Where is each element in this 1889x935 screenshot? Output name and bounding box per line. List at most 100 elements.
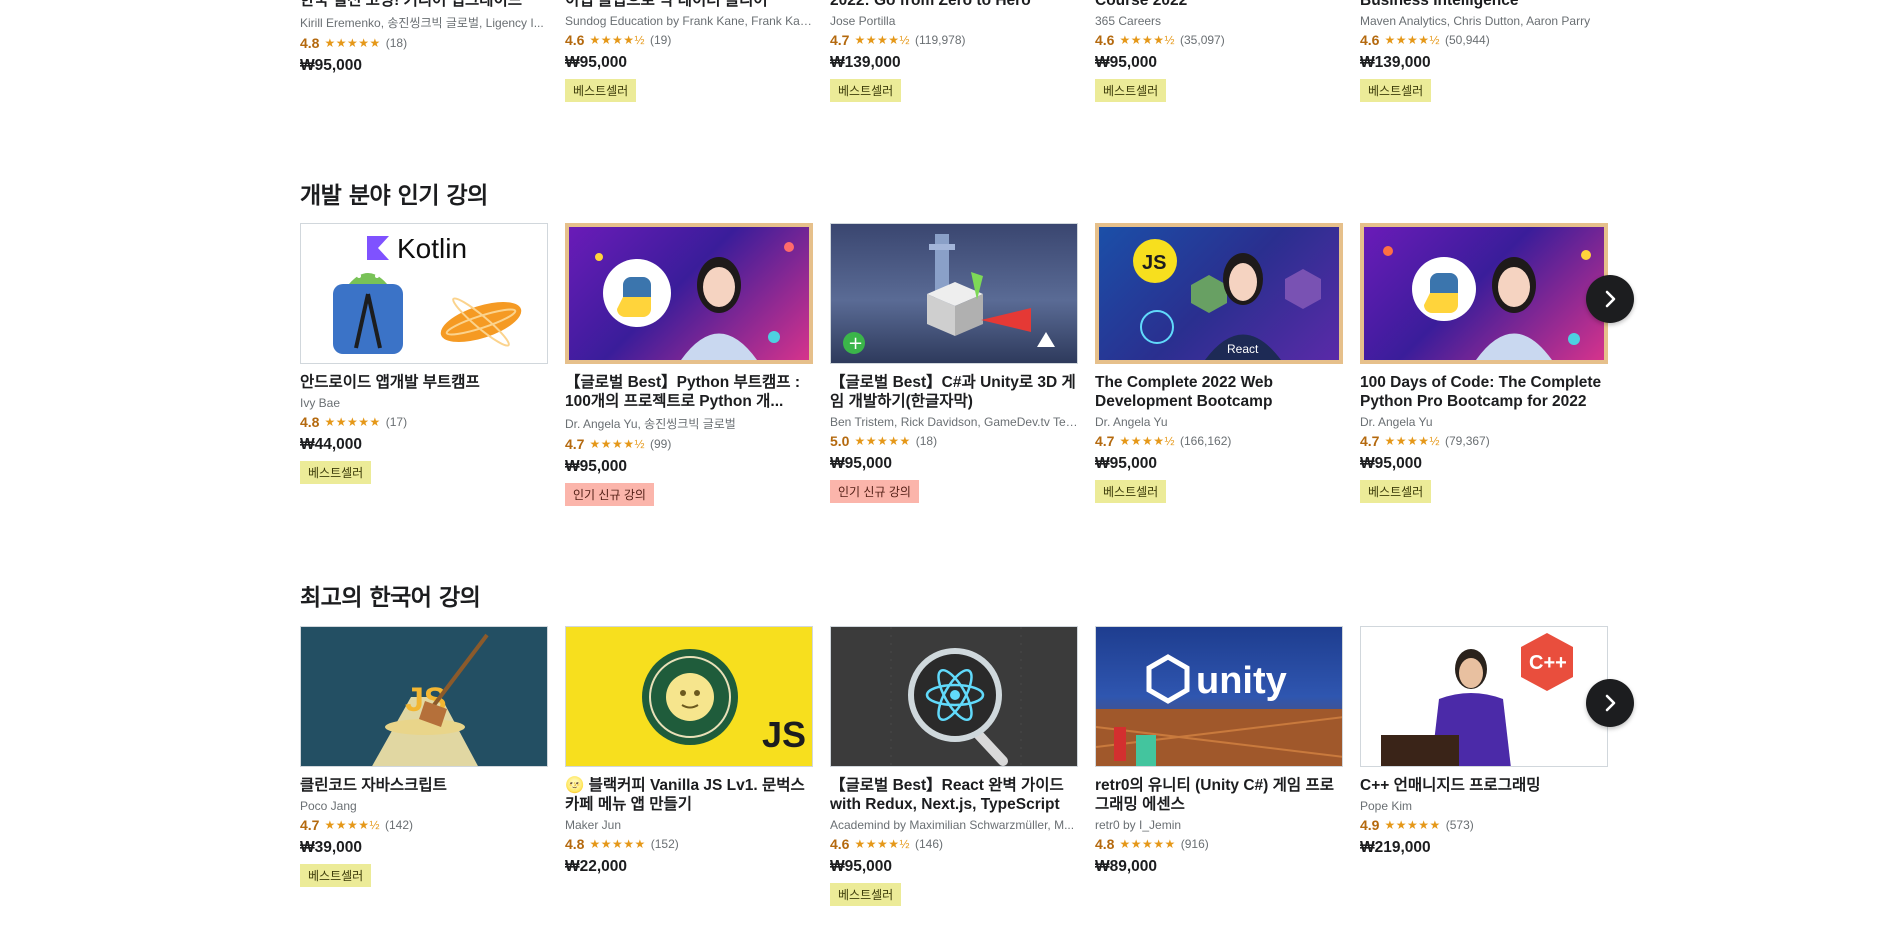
course-card[interactable]: 【글로벌 Best】React 완벽 가이드 with Redux, Next.… [830, 626, 1078, 906]
course-thumbnail: JS [565, 626, 813, 767]
course-rating: 4.7 ★★★★½ (166,162) [1095, 433, 1343, 449]
course-title: 클린코드 자바스크립트 [300, 777, 447, 794]
course-rating: 4.7 ★★★★½ (119,978) [830, 32, 1078, 48]
course-price: ₩95,000 [1360, 455, 1423, 472]
new-course-badge: 인기 신규 강의 [830, 480, 919, 503]
rating-value: 4.9 [1360, 817, 1380, 833]
bestseller-badge: 베스트셀러 [1360, 480, 1432, 503]
rating-value: 4.6 [830, 836, 850, 852]
course-rating: 5.0 ★★★★★ (18) [830, 433, 1078, 449]
course-rating: 4.7 ★★★★½ (142) [300, 817, 548, 833]
star-icon: ★★★★½ [589, 437, 646, 451]
svg-text:React: React [1227, 342, 1259, 356]
course-card[interactable]: JS 🌝 블랙커피 Vanilla JS Lv1. 문벅스 카페 메뉴 앱 만들… [565, 626, 813, 876]
course-price: ₩219,000 [1360, 839, 1431, 856]
rating-count: (19) [650, 33, 672, 47]
course-instructor: Dr. Angela Yu [1095, 415, 1168, 429]
course-card[interactable]: JS 클린코드 자바스크립트 Poco Jang 4.7 ★★★★½ (142)… [300, 626, 548, 887]
rating-value: 4.7 [1360, 433, 1380, 449]
rating-value: 4.8 [300, 35, 320, 51]
react-thumbnail-art [890, 627, 1022, 766]
course-title: 이썹 클립으로 딱 데이터 클리어 [565, 0, 768, 9]
new-course-badge: 인기 신규 강의 [565, 483, 654, 506]
star-icon: ★★★★½ [589, 33, 646, 47]
python-thumbnail-art [1383, 246, 1591, 360]
course-title: 2022: Go from Zero to Hero [830, 0, 1031, 9]
carousel-next-button[interactable] [1586, 679, 1634, 727]
course-card[interactable]: Course 2022 365 Careers 4.6 ★★★★½ (35,09… [1095, 0, 1343, 102]
course-price: ₩139,000 [1360, 54, 1431, 71]
course-title: retr0의 유니티 (Unity C#) 게임 프로그래밍 에센스 [1095, 777, 1334, 813]
course-price: ₩95,000 [565, 458, 628, 475]
course-rating: 4.9 ★★★★★ (573) [1360, 817, 1608, 833]
course-card[interactable]: 100 Days of Code: The Complete Python Pr… [1360, 223, 1608, 503]
course-card[interactable]: 【글로벌 Best】Python 부트캠프 : 100개의 프로젝트로 Pyth… [565, 223, 813, 506]
course-title: 【글로벌 Best】C#과 Unity로 3D 게임 개발하기(한글자막) [830, 374, 1076, 410]
course-price: ₩95,000 [1095, 455, 1158, 472]
rating-count: (166,162) [1180, 434, 1232, 448]
star-icon: ★★★★½ [324, 818, 381, 832]
rating-value: 4.7 [830, 32, 850, 48]
course-card[interactable]: + 【글로벌 Best】C#과 Unity로 3D 게임 개발하기(한글자막) … [830, 223, 1078, 503]
course-thumbnail: + [830, 223, 1078, 364]
chevron-right-icon [1605, 290, 1616, 308]
course-price: ₩95,000 [830, 858, 893, 875]
course-rating: 4.7 ★★★★½ (99) [565, 436, 813, 452]
star-icon: ★★★★★ [324, 36, 381, 50]
course-instructor: Jose Portilla [830, 14, 896, 28]
kotlin-thumbnail-art: Kotlin [333, 233, 522, 354]
star-icon: ★★★★★ [1384, 818, 1441, 832]
star-icon: ★★★★★ [1119, 837, 1176, 851]
course-title: Course 2022 [1095, 0, 1188, 9]
course-instructor: Poco Jang [300, 799, 357, 813]
star-icon: ★★★★★ [589, 837, 646, 851]
carousel-next-button[interactable] [1586, 275, 1634, 323]
star-icon: ★★★★½ [854, 33, 911, 47]
course-price: ₩95,000 [300, 57, 363, 74]
course-card[interactable]: 이썹 클립으로 딱 데이터 클리어 Sundog Education by Fr… [565, 0, 813, 102]
course-card[interactable]: unity retr0의 유니티 (Unity C#) 게임 프로그래밍 에센스… [1095, 626, 1343, 876]
course-title: Business Intelligence [1360, 0, 1519, 9]
webdev-thumbnail-art: JS React [1133, 239, 1321, 360]
bestseller-badge: 베스트셀러 [1095, 79, 1167, 102]
course-instructor: Dr. Angela Yu, 송진씽크빅 글로벌 [565, 417, 736, 431]
course-card[interactable]: Business Intelligence Maven Analytics, C… [1360, 0, 1608, 102]
course-card[interactable]: JS React The Complete 2022 Web Developme… [1095, 223, 1343, 503]
rating-count: (99) [650, 437, 672, 451]
course-title: The Complete 2022 Web Development Bootca… [1095, 374, 1274, 410]
course-instructor: Maven Analytics, Chris Dutton, Aaron Par… [1360, 14, 1591, 28]
course-rating: 4.6 ★★★★½ (19) [565, 32, 813, 48]
course-card[interactable]: C++ C++ 언매니지드 프로그래밍 Pope Kim 4.9 ★★★★★ (… [1360, 626, 1608, 857]
bestseller-badge: 베스트셀러 [565, 79, 637, 102]
bestseller-badge: 베스트셀러 [830, 883, 902, 906]
rating-value: 4.6 [565, 32, 585, 48]
course-rating: 4.8 ★★★★★ (916) [1095, 836, 1343, 852]
rating-count: (119,978) [915, 33, 966, 47]
bestseller-badge: 베스트셀러 [1095, 480, 1167, 503]
course-card[interactable]: 2022: Go from Zero to Hero Jose Portilla… [830, 0, 1078, 102]
course-instructor: Ben Tristem, Rick Davidson, GameDev.tv T… [830, 415, 1078, 429]
rating-count: (146) [915, 837, 944, 851]
svg-text:+: + [848, 333, 863, 354]
rating-count: (18) [915, 434, 938, 448]
course-instructor: 365 Careers [1095, 14, 1162, 28]
course-thumbnail [565, 223, 813, 364]
rating-count: (573) [1445, 818, 1474, 832]
section-title: 개발 분야 인기 강의 [300, 183, 488, 209]
svg-text:Kotlin: Kotlin [397, 233, 467, 264]
course-thumbnail: C++ [1360, 626, 1608, 767]
rating-count: (17) [385, 415, 408, 429]
course-rating: 4.7 ★★★★½ (79,367) [1360, 433, 1608, 449]
course-card[interactable]: Kotlin 안드로이드 앱개발 부트캠프 Ivy Bae 4.8 ★★★★★ … [300, 223, 548, 484]
svg-text:JS: JS [762, 714, 806, 755]
course-card[interactable]: 한국 실전 코딩! 커리어 업그레이드 Kirill Eremenko, 송진씽… [300, 0, 548, 75]
course-thumbnail: JS React [1095, 223, 1343, 364]
js-moon-thumbnail-art: JS [642, 649, 806, 755]
course-rating: 4.8 ★★★★★ (17) [300, 414, 548, 430]
bestseller-badge: 베스트셀러 [830, 79, 902, 102]
rating-count: (18) [385, 36, 408, 50]
rating-value: 4.7 [1095, 433, 1115, 449]
svg-text:C++: C++ [1529, 652, 1567, 674]
course-instructor: Ivy Bae [300, 396, 341, 410]
course-price: ₩139,000 [830, 54, 901, 71]
